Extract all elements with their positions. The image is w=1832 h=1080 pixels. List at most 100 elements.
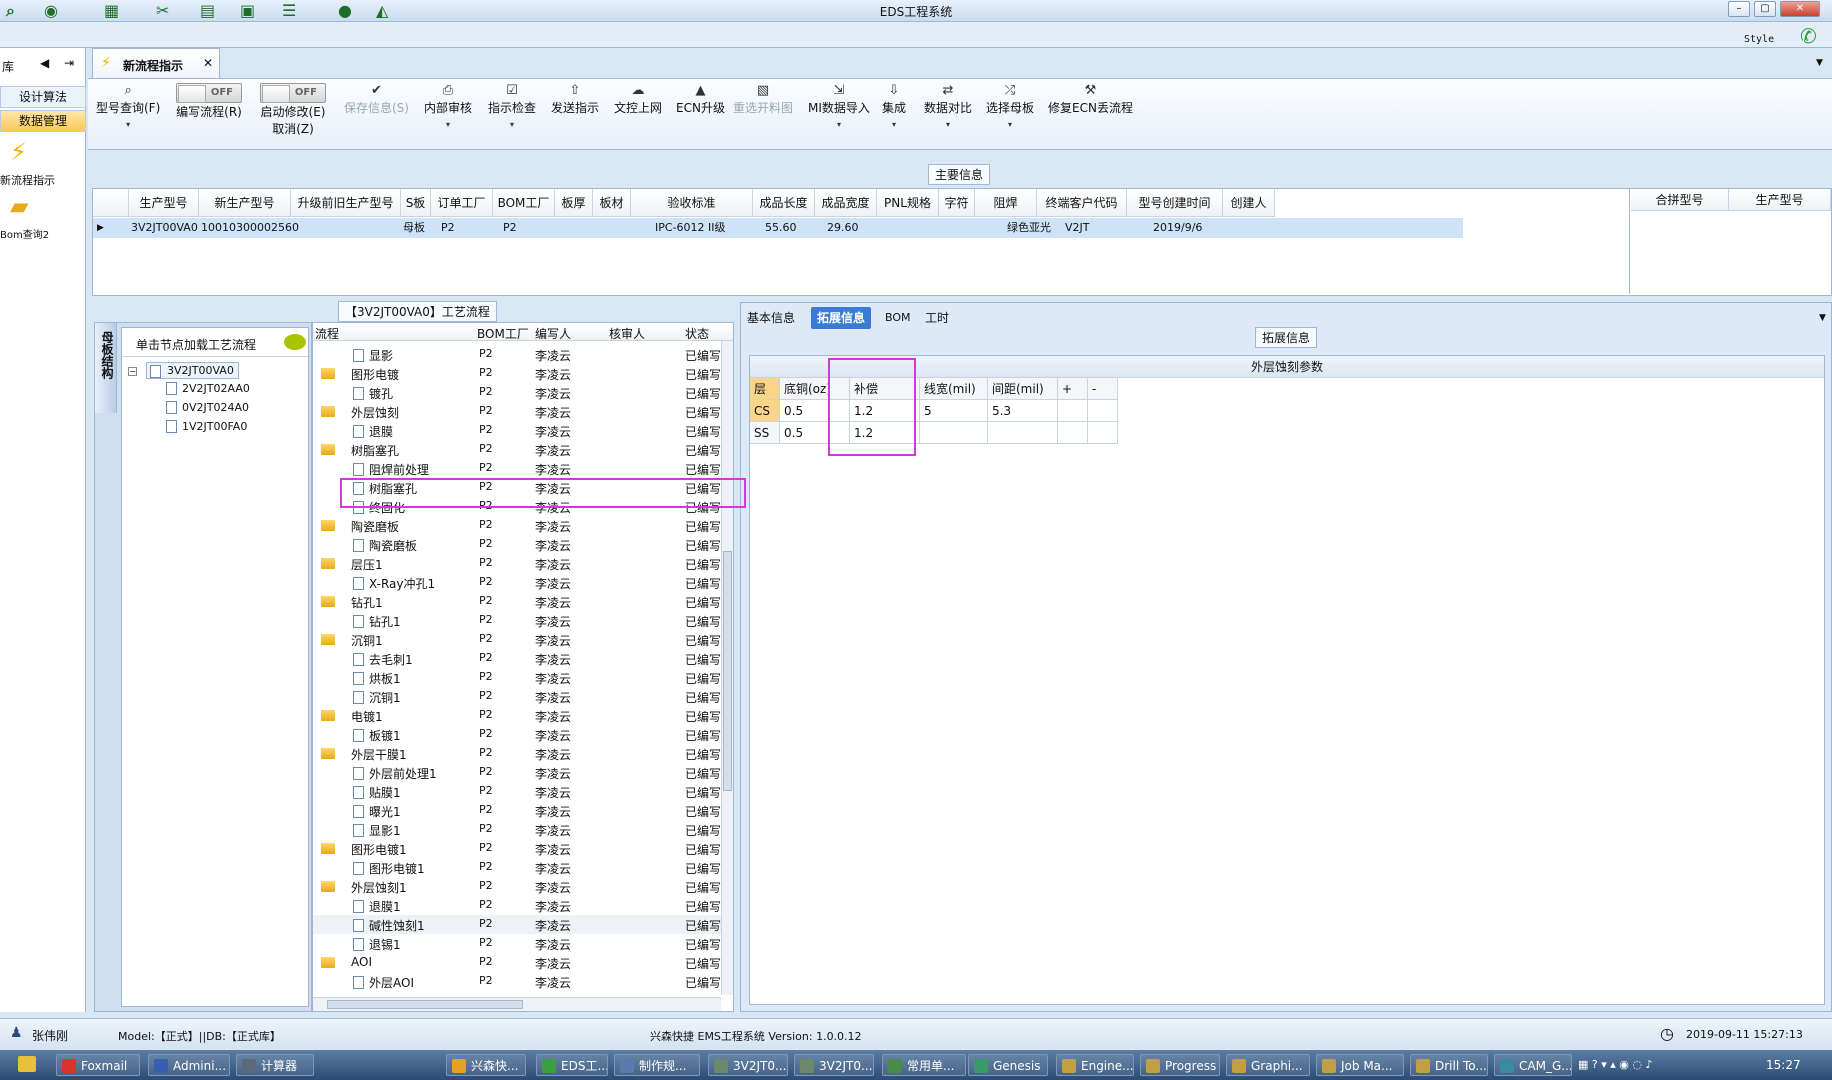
list-item[interactable]: − 电镀1P2李凌云已编写: [313, 706, 723, 725]
reselect-cutting-button[interactable]: ▧ 重选开料图: [733, 83, 793, 116]
list-item[interactable]: 陶瓷磨板 P2 李凌云 已编写: [313, 535, 723, 554]
column-header[interactable]: 生产型号: [129, 189, 199, 217]
fix-ecn-flow-button[interactable]: ⚒ 修复ECN丢流程: [1048, 83, 1133, 116]
maximize-button[interactable]: ▢: [1754, 1, 1776, 17]
taskbar-item[interactable]: CAM_G...: [1494, 1054, 1572, 1076]
nav-tab-data-management[interactable]: 数据管理: [0, 110, 86, 132]
taskbar-item[interactable]: Drill To...: [1410, 1054, 1488, 1076]
folder-icon[interactable]: ▰: [10, 192, 28, 220]
taskbar-item[interactable]: 常用单...: [882, 1054, 966, 1076]
column-header[interactable]: 状态: [685, 325, 709, 342]
scrollbar-thumb[interactable]: [723, 551, 732, 791]
column-header[interactable]: 新生产型号: [199, 189, 291, 217]
table-cell[interactable]: 2019/9/6: [1151, 218, 1221, 238]
column-header[interactable]: 成品长度: [753, 189, 815, 217]
tab-bom[interactable]: BOM: [879, 307, 917, 329]
nav-item-new-flow[interactable]: 新流程指示: [0, 172, 86, 188]
table-cell[interactable]: 3V2JT00VA0: [129, 218, 199, 238]
nav-pin-icon[interactable]: ⇥: [64, 56, 74, 70]
list-item[interactable]: 外层AOI P2 李凌云 已编写: [313, 972, 723, 991]
start-modify-toggle[interactable]: OFF 启动修改(E) 取消(Z): [260, 83, 326, 137]
column-header[interactable]: 板材: [593, 189, 631, 217]
taskbar-item[interactable]: Engine...: [1056, 1054, 1134, 1076]
list-item[interactable]: − 图形电镀P2李凌云已编写: [313, 364, 723, 383]
column-header[interactable]: 订单工厂: [431, 189, 493, 217]
taskbar-item[interactable]: 3V2JT0...: [794, 1054, 874, 1076]
table-cell[interactable]: [988, 422, 1058, 444]
column-header[interactable]: S板: [401, 189, 431, 217]
instruction-check-button[interactable]: ☑ 指示检查 ▾: [488, 83, 536, 130]
ecn-upgrade-button[interactable]: ▲ ECN升级: [676, 83, 725, 116]
list-item[interactable]: − 外层蚀刻P2李凌云已编写: [313, 402, 723, 421]
taskbar-item[interactable]: Genesis: [968, 1054, 1048, 1076]
taskbar-item[interactable]: Foxmail: [56, 1054, 140, 1076]
list-item[interactable]: 板镀1 P2 李凌云 已编写: [313, 725, 723, 744]
list-item[interactable]: 退膜1 P2 李凌云 已编写: [313, 896, 723, 915]
column-header[interactable]: 创建人: [1223, 189, 1275, 217]
list-item[interactable]: − 陶瓷磨板P2李凌云已编写: [313, 516, 723, 535]
table-cell[interactable]: 母板: [401, 218, 431, 238]
close-button[interactable]: ✕: [1780, 1, 1820, 17]
column-header[interactable]: 板厚: [555, 189, 593, 217]
list-item[interactable]: 钻孔1 P2 李凌云 已编写: [313, 611, 723, 630]
list-item[interactable]: 退膜 P2 李凌云 已编写: [313, 421, 723, 440]
list-item[interactable]: − 钻孔1P2李凌云已编写: [313, 592, 723, 611]
remove-column-button[interactable]: -: [1088, 378, 1118, 400]
tray-icons[interactable]: ▦ ? ▾ ▴ ◉ ◌ ♪: [1578, 1058, 1652, 1071]
list-item[interactable]: − 树脂塞孔P2李凌云已编写: [313, 440, 723, 459]
list-item[interactable]: 阻焊前处理 P2 李凌云 已编写: [313, 459, 723, 478]
taskbar-item[interactable]: Admini...: [148, 1054, 230, 1076]
table-cell[interactable]: SS: [750, 422, 780, 444]
list-item[interactable]: − 外层干膜1P2李凌云已编写: [313, 744, 723, 763]
list-item[interactable]: − 沉铜1P2李凌云已编写: [313, 630, 723, 649]
list-item[interactable]: 外层前处理1 P2 李凌云 已编写: [313, 763, 723, 782]
column-header[interactable]: 间距(mil): [988, 378, 1058, 400]
tab-work-hours[interactable]: 工时: [919, 307, 955, 329]
table-cell[interactable]: [1088, 422, 1118, 444]
style-label[interactable]: Style: [1744, 34, 1774, 45]
column-header[interactable]: BOM工厂: [477, 325, 529, 342]
taskbar-item[interactable]: 兴森快...: [446, 1054, 526, 1076]
tree-node[interactable]: 0V2JT024A0: [166, 401, 249, 414]
lightning-icon[interactable]: ⚡: [10, 138, 27, 166]
column-header[interactable]: 流程: [315, 325, 339, 342]
taskbar-item[interactable]: Graphi...: [1226, 1054, 1310, 1076]
nav-back-icon[interactable]: ◀: [40, 56, 49, 70]
integrate-button[interactable]: ⇩ 集成 ▾: [882, 83, 906, 130]
list-item[interactable]: X-Ray冲孔1 P2 李凌云 已编写: [313, 573, 723, 592]
list-item[interactable]: 曝光1 P2 李凌云 已编写: [313, 801, 723, 820]
nav-tab-design-algorithm[interactable]: 设计算法: [0, 86, 86, 108]
taskbar-item[interactable]: 制作规...: [614, 1054, 700, 1076]
list-item[interactable]: 烘板1 P2 李凌云 已编写: [313, 668, 723, 687]
write-flow-toggle[interactable]: OFF 编写流程(R): [176, 83, 242, 120]
vertical-scrollbar[interactable]: [721, 341, 733, 995]
table-cell[interactable]: 55.60: [763, 218, 813, 238]
taskbar-item[interactable]: 3V2JT0...: [708, 1054, 788, 1076]
table-cell[interactable]: V2JT: [1063, 218, 1113, 238]
internal-review-button[interactable]: ⎙ 内部审核 ▾: [424, 83, 472, 130]
chevron-down-icon[interactable]: ▼: [1819, 313, 1826, 323]
taskbar-item[interactable]: Job Ma...: [1316, 1054, 1404, 1076]
taskbar-item[interactable]: Progress: [1140, 1054, 1220, 1076]
taskbar-item[interactable]: EDS工...: [536, 1054, 608, 1076]
tab-new-flow[interactable]: ⚡ 新流程指示 ✕: [92, 48, 220, 78]
table-cell[interactable]: 5: [920, 400, 988, 422]
column-header[interactable]: BOM工厂: [493, 189, 555, 217]
table-cell[interactable]: [1058, 422, 1088, 444]
mi-data-import-button[interactable]: ⇲ MI数据导入 ▾: [808, 83, 870, 130]
list-item[interactable]: − 层压1P2李凌云已编写: [313, 554, 723, 573]
tree-expander-icon[interactable]: −: [128, 364, 137, 378]
list-item[interactable]: 图形电镀1 P2 李凌云 已编写: [313, 858, 723, 877]
list-item[interactable]: − 图形电镀1P2李凌云已编写: [313, 839, 723, 858]
table-cell[interactable]: P2: [501, 218, 551, 238]
table-cell[interactable]: [1058, 400, 1088, 422]
close-tab-icon[interactable]: ✕: [203, 56, 213, 70]
column-header[interactable]: 编写人: [535, 325, 571, 342]
list-item[interactable]: 显影1 P2 李凌云 已编写: [313, 820, 723, 839]
save-info-button[interactable]: ✔ 保存信息(S): [344, 83, 409, 116]
list-item[interactable]: − 外层蚀刻1P2李凌云已编写: [313, 877, 723, 896]
column-header[interactable]: 合拼型号: [1631, 189, 1729, 211]
table-cell[interactable]: CS: [750, 400, 780, 422]
column-header[interactable]: 验收标准: [631, 189, 753, 217]
list-item[interactable]: 显影 P2 李凌云 已编写: [313, 345, 723, 364]
